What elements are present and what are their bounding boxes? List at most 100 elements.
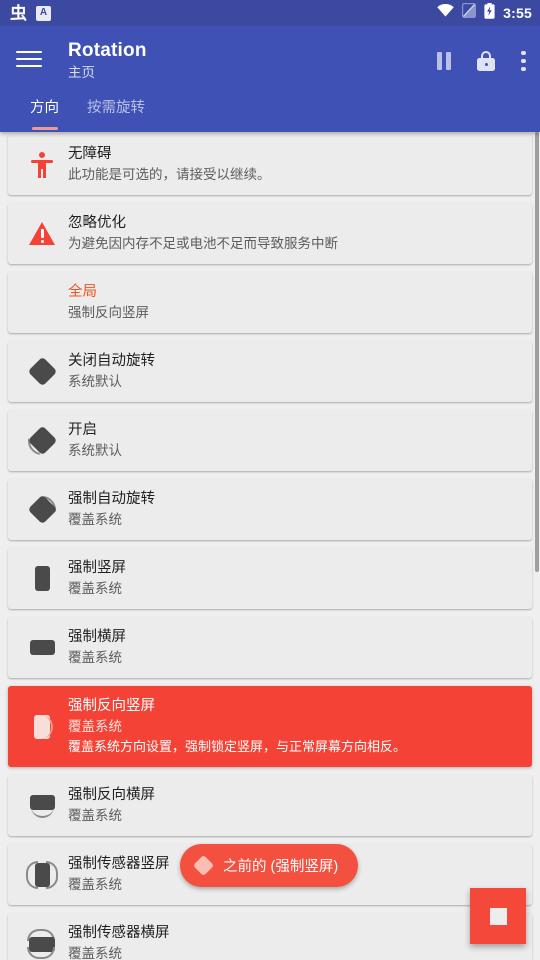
list-item-force-portrait[interactable]: 强制竖屏 覆盖系统 xyxy=(8,548,532,609)
accessibility-icon xyxy=(31,151,53,178)
icon-cell xyxy=(16,928,68,959)
list-item-subtitle: 为避免因内存不足或电池不足而导致服务中断 xyxy=(68,236,338,251)
list-item-on[interactable]: 开启 系统默认 xyxy=(8,410,532,471)
rotation-diamond-icon xyxy=(27,356,57,387)
list-item-subtitle: 系统默认 xyxy=(68,374,122,389)
icon-cell xyxy=(16,640,68,655)
undo-snackbar[interactable]: 之前的 (强制竖屏) xyxy=(180,844,359,887)
list-item-force-auto-rotate[interactable]: 强制自动旋转 覆盖系统 xyxy=(8,479,532,540)
sensor-portrait-icon xyxy=(26,860,58,890)
icon-cell xyxy=(16,356,68,387)
sensor-landscape-icon xyxy=(26,928,58,959)
tab-per-app-rotation-label: 按需旋转 xyxy=(87,100,145,116)
list-item-text: 强制反向横屏 覆盖系统 xyxy=(68,785,520,826)
app-bar-row: Rotation 主页 xyxy=(0,38,540,92)
status-bar-clock: 3:55 xyxy=(503,5,532,21)
list-item-subtitle: 覆盖系统 xyxy=(68,512,122,527)
list-item-text: 全局 强制反向竖屏 xyxy=(68,282,520,323)
list-item-text: 开启 系统默认 xyxy=(68,420,520,461)
wifi-icon xyxy=(437,3,454,22)
list-item-title: 忽略优化 xyxy=(68,215,126,231)
list-item-title: 强制横屏 xyxy=(68,629,126,645)
reverse-portrait-icon xyxy=(27,713,57,741)
list-item-title: 开启 xyxy=(68,422,97,438)
undo-snackbar-label: 之前的 (强制竖屏) xyxy=(223,859,339,875)
portrait-icon xyxy=(34,566,50,591)
list-item-title: 强制自动旋转 xyxy=(68,491,155,507)
stop-square-icon xyxy=(489,907,507,925)
app-bar: Rotation 主页 方向 按需旋转 xyxy=(0,26,540,132)
list-item-text: 强制反向竖屏 覆盖系统 覆盖系统方向设置，强制锁定竖屏，与正常屏幕方向相反。 xyxy=(68,696,520,757)
landscape-icon xyxy=(29,640,55,655)
list-item-title: 强制反向竖屏 xyxy=(68,698,155,714)
tab-orientation[interactable]: 方向 xyxy=(16,92,73,130)
icon-cell xyxy=(16,425,68,456)
app-bar-titles: Rotation 主页 xyxy=(68,38,437,82)
list-item-title: 强制传感器横屏 xyxy=(68,925,170,941)
more-vert-icon[interactable] xyxy=(521,47,526,75)
orientation-list[interactable]: 无障碍 此功能是可选的，请接受以继续。 忽略优化 为避免因内存不足或电池不足而导… xyxy=(0,130,540,960)
list-item-text: 忽略优化 为避免因内存不足或电池不足而导致服务中断 xyxy=(68,213,520,254)
list-item-text: 强制竖屏 覆盖系统 xyxy=(68,558,520,599)
icon-cell xyxy=(16,151,68,178)
list-item-title: 强制竖屏 xyxy=(68,560,126,576)
icon-cell xyxy=(16,792,68,820)
debug-bug-icon: 虫 xyxy=(10,3,27,23)
list-item-title: 无障碍 xyxy=(68,146,112,162)
list-item-subtitle: 覆盖系统 xyxy=(68,719,122,734)
hamburger-icon[interactable] xyxy=(16,38,50,72)
list-item-title: 关闭自动旋转 xyxy=(68,353,155,369)
icon-cell xyxy=(16,222,68,245)
list-item-global[interactable]: 全局 强制反向竖屏 xyxy=(8,272,532,333)
tab-indicator xyxy=(31,126,58,130)
list-item-title: 强制反向横屏 xyxy=(68,787,155,803)
icon-cell xyxy=(16,860,68,890)
list-item-force-reverse-landscape[interactable]: 强制反向横屏 覆盖系统 xyxy=(8,775,532,836)
icon-cell xyxy=(16,566,68,591)
icon-cell xyxy=(16,713,68,741)
list-item-text: 关闭自动旋转 系统默认 xyxy=(68,351,520,392)
list-item-accessibility[interactable]: 无障碍 此功能是可选的，请接受以继续。 xyxy=(8,134,532,195)
app-screen: 虫 A 3:55 Rotation 主页 方向 按需旋转 无障碍 此功能是可选的… xyxy=(0,0,540,960)
list-item-force-sensor-landscape[interactable]: 强制传感器横屏 覆盖系统 xyxy=(8,913,532,960)
reverse-landscape-icon xyxy=(27,792,57,820)
app-bar-actions xyxy=(437,38,526,75)
status-bar: 虫 A 3:55 xyxy=(0,0,540,26)
list-item-subtitle: 覆盖系统 xyxy=(68,650,122,665)
tab-bar: 方向 按需旋转 xyxy=(0,92,540,132)
pause-icon[interactable] xyxy=(437,51,451,70)
tab-per-app-rotation[interactable]: 按需旋转 xyxy=(73,92,159,118)
status-bar-left-icons: 虫 A xyxy=(10,5,51,22)
list-item-title: 全局 xyxy=(68,284,97,300)
rotation-arc-right-icon xyxy=(27,494,57,525)
warning-icon xyxy=(29,222,55,245)
no-sim-icon xyxy=(462,3,477,23)
battery-charging-icon xyxy=(484,2,495,24)
status-bar-right-icons: 3:55 xyxy=(437,2,532,24)
page-subtitle: 主页 xyxy=(68,65,95,80)
list-item-subtitle: 系统默认 xyxy=(68,443,122,458)
list-item-subtitle: 强制反向竖屏 xyxy=(68,305,149,320)
list-item-force-reverse-portrait[interactable]: 强制反向竖屏 覆盖系统 覆盖系统方向设置，强制锁定竖屏，与正常屏幕方向相反。 xyxy=(8,686,532,767)
icon-cell xyxy=(16,494,68,525)
keyboard-language-icon: A xyxy=(36,5,51,21)
list-item-subtitle: 覆盖系统 xyxy=(68,808,122,823)
list-scrollbar[interactable] xyxy=(535,132,539,572)
list-item-text: 强制传感器横屏 覆盖系统 xyxy=(68,923,520,960)
list-item-text: 无障碍 此功能是可选的，请接受以继续。 xyxy=(68,144,520,185)
stop-service-fab[interactable] xyxy=(470,888,526,944)
page-title: Rotation xyxy=(68,40,147,61)
list-item-description: 覆盖系统方向设置，强制锁定竖屏，与正常屏幕方向相反。 xyxy=(68,739,407,754)
list-item-subtitle: 覆盖系统 xyxy=(68,581,122,596)
list-item-subtitle: 此功能是可选的，请接受以继续。 xyxy=(68,167,271,182)
list-item-auto-rotate-off[interactable]: 关闭自动旋转 系统默认 xyxy=(8,341,532,402)
rotation-arc-left-icon xyxy=(27,425,57,456)
tab-orientation-label: 方向 xyxy=(30,100,59,116)
rotation-diamond-icon xyxy=(192,854,215,877)
list-item-text: 强制横屏 覆盖系统 xyxy=(68,627,520,668)
lock-icon[interactable] xyxy=(477,50,495,71)
list-item-force-landscape[interactable]: 强制横屏 覆盖系统 xyxy=(8,617,532,678)
list-item-subtitle: 覆盖系统 xyxy=(68,946,122,960)
list-item-text: 强制自动旋转 覆盖系统 xyxy=(68,489,520,530)
list-item-ignore-optimization[interactable]: 忽略优化 为避免因内存不足或电池不足而导致服务中断 xyxy=(8,203,532,264)
